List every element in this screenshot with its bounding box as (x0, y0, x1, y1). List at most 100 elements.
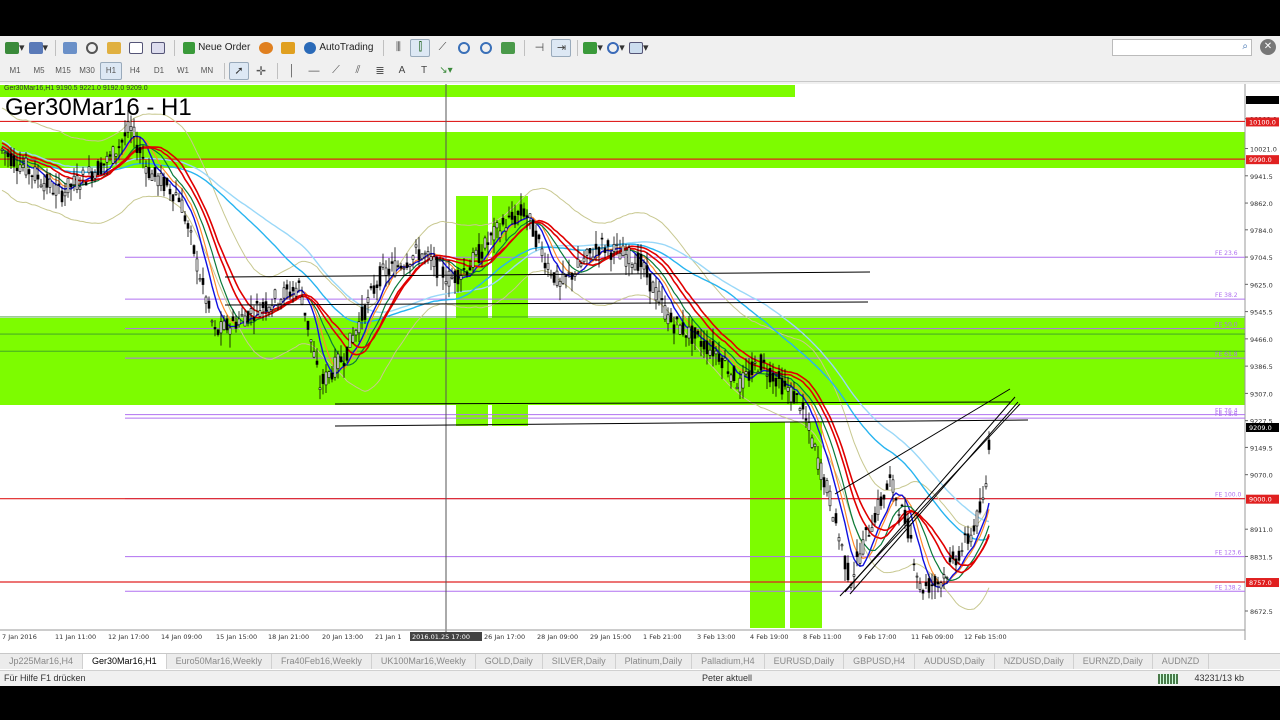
chart-tab[interactable]: NZDUSD,Daily (995, 654, 1074, 669)
candle-body (663, 305, 667, 320)
candle-body (744, 371, 748, 375)
text-label-button[interactable]: T (414, 62, 434, 80)
chart-tab[interactable]: EURUSD,Daily (765, 654, 845, 669)
chart-tab[interactable]: Platinum,Daily (616, 654, 693, 669)
bar-chart-icon: ⫼ (395, 41, 401, 53)
candle-body (99, 162, 103, 175)
candle-body (42, 183, 46, 192)
chart-tab[interactable]: EURNZD,Daily (1074, 654, 1153, 669)
chart-tabs: Jp225Mar16,H4 Ger30Mar16,H1 Euro50Mar16,We… (0, 653, 1280, 669)
crosshair-button[interactable]: ✛ (251, 62, 271, 80)
chart-tab[interactable]: GBPUSD,H4 (844, 654, 916, 669)
close-icon[interactable]: ✕ (1260, 39, 1276, 55)
text-button[interactable]: A (392, 62, 412, 80)
profiles-button[interactable]: ▾ (28, 39, 50, 57)
price-label: 9070.0 (1250, 472, 1273, 480)
chart-title: Ger30Mar16 - H1 (5, 94, 192, 121)
candle-body (450, 276, 454, 279)
search-input[interactable]: ⌕ (1112, 39, 1252, 56)
timeframe-h1[interactable]: H1 (100, 61, 122, 80)
date-label: 11 Jan 11:00 (55, 633, 96, 641)
chart-tab[interactable]: Fra40Feb16,Weekly (272, 654, 372, 669)
timeframe-w1[interactable]: W1 (172, 62, 194, 80)
new-order-button[interactable]: Neue Order (179, 39, 254, 57)
candle-body (0, 148, 4, 151)
metaeditor-button[interactable] (256, 39, 276, 57)
bar-chart-button[interactable]: ⫼ (388, 39, 408, 57)
candle-body (819, 462, 823, 480)
chart-shift-button[interactable]: ⊣ (529, 39, 549, 57)
timeframe-mn[interactable]: MN (196, 62, 218, 80)
chart-tab[interactable]: Palladium,H4 (692, 654, 765, 669)
candle-body (810, 437, 814, 448)
candle-body (657, 290, 661, 303)
chart-tab[interactable]: SILVER,Daily (543, 654, 616, 669)
zoom-in-button[interactable] (454, 39, 474, 57)
price-label: 9386.5 (1250, 363, 1273, 371)
indicators-button[interactable]: ▾ (582, 39, 604, 57)
timeframe-m5[interactable]: M5 (28, 62, 50, 80)
candle-body (540, 248, 544, 257)
candle-body (789, 386, 793, 403)
timeframe-m30[interactable]: M30 (76, 62, 98, 80)
chart-tab[interactable]: Jp225Mar16,H4 (0, 654, 84, 669)
candle-body (219, 321, 223, 334)
horizontal-line-button[interactable]: — (304, 62, 324, 80)
candle-body (948, 557, 952, 563)
candle-body (762, 359, 766, 363)
candle-body (648, 273, 652, 292)
price-chart[interactable]: FE 23.6FE 38.2FE 50.0FE 61.8FE 76.4FE 78… (0, 84, 1280, 654)
timeframe-d1[interactable]: D1 (148, 62, 170, 80)
candle-body (273, 289, 277, 299)
candle-body (408, 264, 412, 267)
date-label: 11 Feb 09:00 (911, 633, 954, 641)
fibonacci-button[interactable]: ≣ (370, 62, 390, 80)
chart-tab[interactable]: GOLD,Daily (476, 654, 543, 669)
arrows-button[interactable]: ↘▾ (436, 62, 456, 80)
autoscroll-button[interactable]: ⇥ (551, 38, 572, 57)
signals-button[interactable] (278, 39, 298, 57)
strategy-tester-button[interactable] (148, 39, 168, 57)
candle-body (618, 252, 622, 260)
templates-button[interactable]: ▾ (628, 39, 650, 57)
autotrading-button[interactable]: AutoTrading (300, 39, 377, 57)
candle-body (204, 296, 208, 304)
candle-body (726, 371, 730, 374)
vertical-line-button[interactable]: │ (282, 62, 302, 80)
fibonacci-label: FE 123.6 (1215, 550, 1242, 557)
data-window-button[interactable] (82, 39, 102, 57)
timeframe-m1[interactable]: M1 (4, 62, 26, 80)
candle-body (198, 278, 202, 281)
candle-body (438, 259, 442, 262)
price-marker-label: 9000.0 (1249, 496, 1272, 504)
crosshair-icon: ✛ (255, 63, 267, 78)
tile-windows-button[interactable] (498, 39, 518, 57)
equidistant-channel-button[interactable]: ⫽ (348, 62, 368, 80)
candlestick-button[interactable]: ⫿ (410, 38, 431, 57)
terminal-button[interactable] (126, 39, 146, 57)
market-watch-button[interactable] (60, 39, 80, 57)
candle-body (507, 215, 511, 218)
chart-tab[interactable]: AUDNZD (1153, 654, 1210, 669)
trendline-button[interactable]: ⟋ (326, 62, 346, 80)
candle-body (510, 211, 514, 220)
candle-body (645, 265, 649, 278)
timeframe-h4[interactable]: H4 (124, 62, 146, 80)
timeframe-m15[interactable]: M15 (52, 62, 74, 80)
chart-tab[interactable]: Ger30Mar16,H1 (83, 654, 167, 669)
periods-button[interactable]: ▾ (606, 39, 626, 57)
new-chart-button[interactable]: ▾ (4, 39, 26, 57)
chart-tab[interactable]: UK100Mar16,Weekly (372, 654, 476, 669)
zoom-out-button[interactable] (476, 39, 496, 57)
candle-body (483, 237, 487, 249)
candle-body (354, 330, 358, 336)
chart-tab[interactable]: Euro50Mar16,Weekly (167, 654, 272, 669)
date-label: 4 Feb 19:00 (750, 633, 789, 641)
navigator-button[interactable] (104, 39, 124, 57)
cursor-button[interactable]: ➚ (229, 61, 249, 80)
chart-tab[interactable]: AUDUSD,Daily (915, 654, 995, 669)
candle-body (21, 164, 25, 168)
line-chart-button[interactable]: ⟋ (432, 39, 452, 57)
chart-window[interactable]: FE 23.6 FE 38.2 FE 50.0 FE 61.8 FE 76.4 FE 78… (0, 84, 1280, 684)
candle-body (756, 371, 760, 374)
